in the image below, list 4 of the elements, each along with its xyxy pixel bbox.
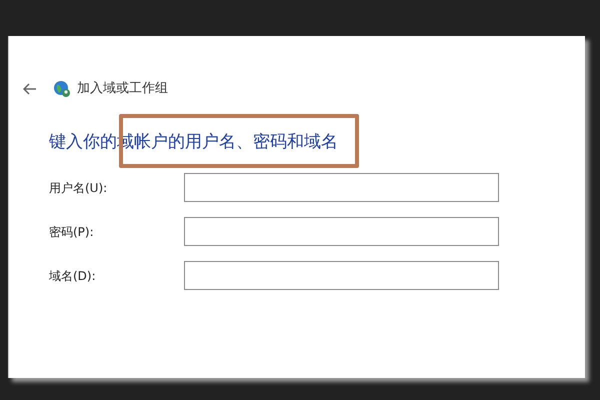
field-label: 密码(P): xyxy=(49,224,95,240)
field-label: 域名(D): xyxy=(49,268,97,284)
window-title: 加入域或工作组 xyxy=(77,80,168,98)
field-label: 用户名(U): xyxy=(49,180,108,196)
